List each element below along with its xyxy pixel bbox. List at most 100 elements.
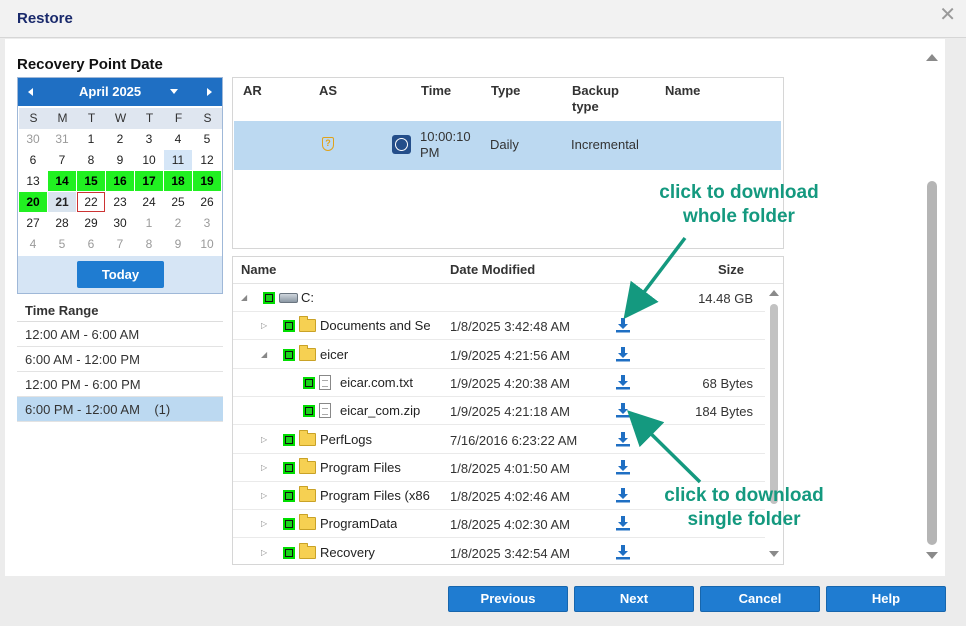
- download-icon[interactable]: [615, 515, 631, 531]
- folder-row[interactable]: ▷ Program Files 1/8/2025 4:01:50 AM: [233, 454, 765, 482]
- folder-row[interactable]: ▷ PerfLogs 7/16/2016 6:23:22 AM: [233, 426, 765, 454]
- calendar-day[interactable]: 6: [77, 234, 105, 254]
- download-icon[interactable]: [615, 487, 631, 503]
- col-header-type[interactable]: Type: [491, 83, 520, 99]
- select-checkbox[interactable]: [283, 546, 295, 559]
- calendar-day[interactable]: 16: [106, 171, 134, 191]
- calendar-day[interactable]: 20: [19, 192, 47, 212]
- select-checkbox[interactable]: [283, 320, 295, 333]
- scroll-thumb[interactable]: [770, 304, 778, 504]
- calendar-day[interactable]: 5: [48, 234, 76, 254]
- select-checkbox[interactable]: [283, 433, 295, 446]
- calendar-day[interactable]: 23: [106, 192, 134, 212]
- expand-arrow-icon[interactable]: ▷: [261, 519, 267, 528]
- col-header-date-modified[interactable]: Date Modified: [450, 262, 535, 277]
- calendar-day[interactable]: 30: [106, 213, 134, 233]
- calendar-day[interactable]: 27: [19, 213, 47, 233]
- col-header-backup-type[interactable]: Backup type: [572, 83, 636, 115]
- time-range-row-selected[interactable]: 6:00 PM - 12:00 AM (1): [17, 397, 223, 422]
- scroll-up-icon[interactable]: [926, 54, 938, 61]
- calendar-day[interactable]: 11: [164, 150, 192, 170]
- calendar-day[interactable]: 4: [19, 234, 47, 254]
- collapse-arrow-icon[interactable]: ◢: [261, 350, 267, 359]
- next-button[interactable]: Next: [574, 586, 694, 612]
- prev-month-icon[interactable]: [24, 84, 38, 100]
- calendar-day[interactable]: 10: [135, 150, 163, 170]
- calendar-day[interactable]: 5: [193, 129, 221, 149]
- dialog-scrollbar[interactable]: [922, 47, 944, 567]
- time-range-row[interactable]: 6:00 AM - 12:00 PM: [17, 347, 223, 372]
- chevron-down-icon[interactable]: [170, 89, 178, 94]
- scroll-down-icon[interactable]: [769, 551, 779, 557]
- col-header-size[interactable]: Size: [718, 262, 744, 277]
- folder-row[interactable]: ▷ Recovery 1/8/2025 3:42:54 AM: [233, 539, 765, 564]
- calendar-day[interactable]: 17: [135, 171, 163, 191]
- select-checkbox[interactable]: [283, 518, 295, 531]
- help-button[interactable]: Help: [826, 586, 946, 612]
- download-icon[interactable]: [615, 544, 631, 560]
- select-checkbox[interactable]: [303, 405, 315, 418]
- calendar-day[interactable]: 1: [77, 129, 105, 149]
- calendar-day[interactable]: 8: [135, 234, 163, 254]
- calendar-day[interactable]: 1: [135, 213, 163, 233]
- calendar-day[interactable]: 19: [193, 171, 221, 191]
- calendar-day[interactable]: 18: [164, 171, 192, 191]
- select-checkbox[interactable]: [283, 348, 295, 361]
- calendar-day[interactable]: 26: [193, 192, 221, 212]
- calendar-day[interactable]: 15: [77, 171, 105, 191]
- calendar-day[interactable]: 12: [193, 150, 221, 170]
- download-icon[interactable]: [615, 431, 631, 447]
- previous-button[interactable]: Previous: [448, 586, 568, 612]
- col-header-ar[interactable]: AR: [243, 83, 262, 99]
- calendar-day[interactable]: 6: [19, 150, 47, 170]
- calendar-day[interactable]: 3: [193, 213, 221, 233]
- time-range-row[interactable]: 12:00 AM - 6:00 AM: [17, 322, 223, 347]
- next-month-icon[interactable]: [202, 84, 216, 100]
- calendar-day[interactable]: 25: [164, 192, 192, 212]
- folder-row[interactable]: ◢ eicer 1/9/2025 4:21:56 AM: [233, 341, 765, 369]
- calendar-day[interactable]: 13: [19, 171, 47, 191]
- collapse-arrow-icon[interactable]: ◢: [241, 293, 247, 302]
- scroll-up-icon[interactable]: [769, 290, 779, 296]
- calendar-day[interactable]: 7: [48, 150, 76, 170]
- download-icon[interactable]: [615, 317, 631, 333]
- expand-arrow-icon[interactable]: ▷: [261, 435, 267, 444]
- col-header-as[interactable]: AS: [319, 83, 337, 99]
- recovery-point-row[interactable]: ? 10:00:10 PM Daily Incremental: [234, 121, 781, 170]
- calendar-day[interactable]: 8: [77, 150, 105, 170]
- scroll-down-icon[interactable]: [926, 552, 938, 559]
- col-header-time[interactable]: Time: [421, 83, 451, 99]
- calendar-day[interactable]: 10: [193, 234, 221, 254]
- col-header-name[interactable]: Name: [665, 83, 700, 99]
- expand-arrow-icon[interactable]: ▷: [261, 463, 267, 472]
- calendar-day[interactable]: 4: [164, 129, 192, 149]
- download-icon[interactable]: [615, 374, 631, 390]
- expand-arrow-icon[interactable]: ▷: [261, 548, 267, 557]
- calendar-day[interactable]: 30: [19, 129, 47, 149]
- scroll-thumb[interactable]: [927, 181, 937, 545]
- time-range-row[interactable]: 12:00 PM - 6:00 PM: [17, 372, 223, 397]
- calendar-day[interactable]: 9: [106, 150, 134, 170]
- calendar-day[interactable]: 9: [164, 234, 192, 254]
- download-icon[interactable]: [615, 402, 631, 418]
- today-button[interactable]: Today: [77, 261, 164, 288]
- select-checkbox[interactable]: [263, 292, 275, 304]
- download-icon[interactable]: [615, 346, 631, 362]
- calendar-day[interactable]: 14: [48, 171, 76, 191]
- calendar-day[interactable]: 31: [48, 129, 76, 149]
- calendar-day[interactable]: 7: [106, 234, 134, 254]
- calendar-day[interactable]: 24: [135, 192, 163, 212]
- file-row[interactable]: eicar_com.zip 1/9/2025 4:21:18 AM 184 Byte…: [233, 397, 765, 426]
- calendar-day[interactable]: 2: [164, 213, 192, 233]
- calendar-day[interactable]: 22: [77, 192, 105, 212]
- select-checkbox[interactable]: [303, 376, 315, 389]
- close-icon[interactable]: ✕: [939, 5, 956, 25]
- file-row[interactable]: eicar.com.txt 1/9/2025 4:20:38 AM 68 Bytes: [233, 369, 765, 397]
- download-icon[interactable]: [615, 459, 631, 475]
- calendar-day[interactable]: 2: [106, 129, 134, 149]
- select-checkbox[interactable]: [283, 490, 295, 503]
- calendar-day[interactable]: 21: [48, 192, 76, 212]
- calendar-day[interactable]: 3: [135, 129, 163, 149]
- cancel-button[interactable]: Cancel: [700, 586, 820, 612]
- calendar-day[interactable]: 29: [77, 213, 105, 233]
